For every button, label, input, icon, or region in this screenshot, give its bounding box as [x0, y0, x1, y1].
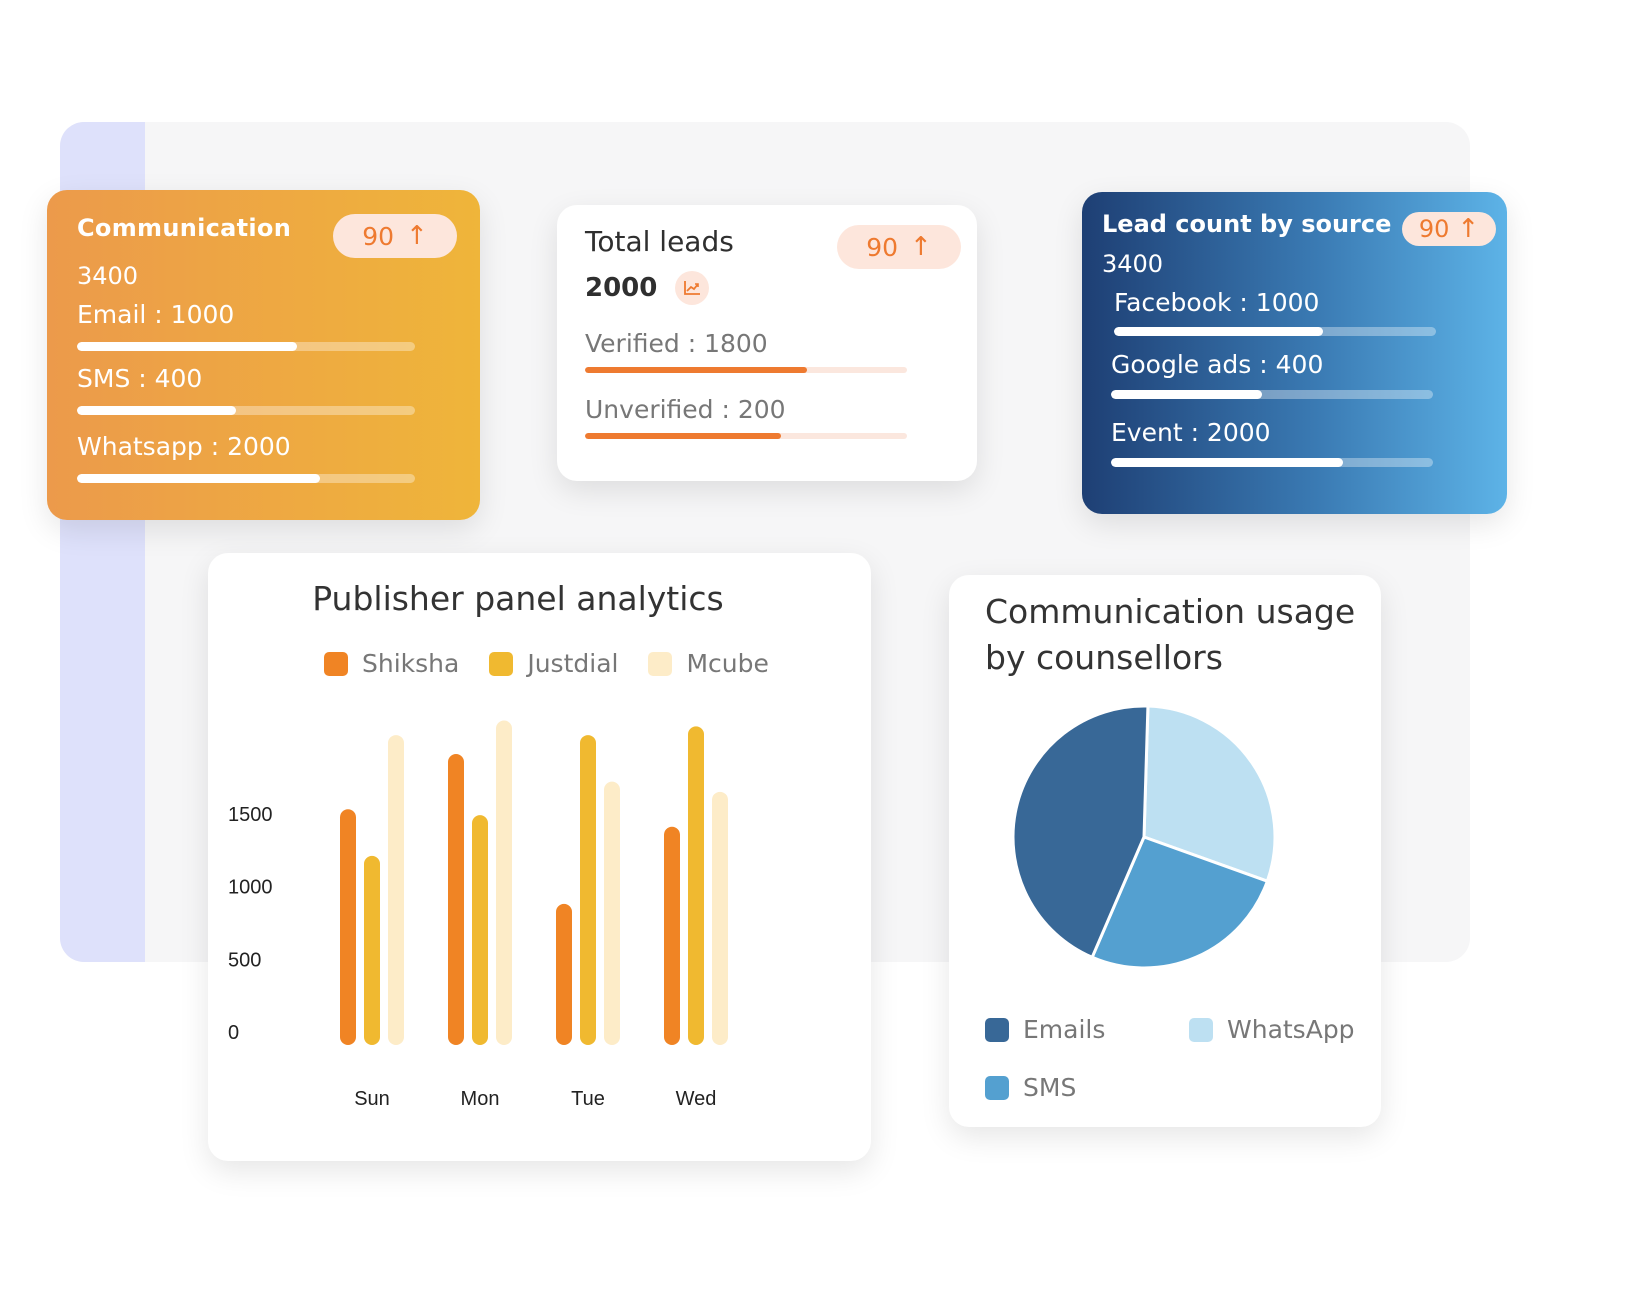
- progress-track: [77, 474, 415, 483]
- legend-item-whatsapp[interactable]: WhatsApp: [1189, 1015, 1355, 1044]
- metric-label: Facebook : 1000: [1114, 288, 1320, 317]
- bar-justdial-sun[interactable]: [364, 855, 380, 1045]
- y-tick-label: 1500: [228, 804, 273, 826]
- progress-fill: [1111, 458, 1343, 467]
- metric-label: Whatsapp : 2000: [77, 432, 291, 461]
- metric-label: Unverified : 200: [585, 395, 786, 424]
- metric-label: Event : 2000: [1111, 418, 1271, 447]
- growth-badge: 90 ↑: [837, 225, 961, 269]
- total-value: 3400: [77, 262, 139, 290]
- bar-shiksha-tue[interactable]: [556, 903, 572, 1045]
- card-title: Lead count by source: [1102, 210, 1392, 238]
- x-tick-label: Mon: [461, 1088, 500, 1110]
- bar-justdial-tue[interactable]: [580, 735, 596, 1045]
- metric-label: Google ads : 400: [1111, 350, 1324, 379]
- lead-source-card: Lead count by source 90 ↑ 3400 Facebook …: [1082, 192, 1507, 514]
- progress-track: [585, 367, 907, 373]
- arrow-up-icon: ↑: [406, 221, 428, 251]
- bar-mcube-wed[interactable]: [712, 791, 728, 1045]
- progress-fill: [77, 342, 297, 351]
- x-tick-label: Tue: [571, 1088, 605, 1110]
- metric-label: Verified : 1800: [585, 329, 768, 358]
- bar-shiksha-wed[interactable]: [664, 826, 680, 1045]
- bar-justdial-wed[interactable]: [688, 726, 704, 1045]
- progress-fill: [585, 433, 782, 439]
- publisher-analytics-card: Publisher panel analytics Shiksha Justdi…: [208, 553, 871, 1161]
- legend-label: WhatsApp: [1227, 1015, 1355, 1044]
- bar-mcube-sun[interactable]: [388, 735, 404, 1045]
- total-value: 2000: [585, 273, 658, 303]
- bar-mcube-mon[interactable]: [496, 720, 512, 1045]
- growth-badge: 90 ↑: [333, 214, 457, 258]
- legend-label: SMS: [1023, 1073, 1077, 1102]
- arrow-up-icon: ↑: [910, 232, 932, 262]
- x-tick-label: Sun: [354, 1088, 390, 1110]
- legend-swatch: [985, 1017, 1009, 1042]
- progress-track: [1114, 327, 1436, 336]
- bar-shiksha-mon[interactable]: [448, 754, 464, 1045]
- progress-fill: [77, 474, 321, 483]
- progress-fill: [1114, 327, 1324, 336]
- progress-fill: [77, 406, 236, 415]
- progress-track: [1111, 390, 1433, 399]
- arrow-up-icon: ↑: [1457, 214, 1480, 244]
- bar-mcube-tue[interactable]: [604, 781, 620, 1045]
- badge-value: 90: [1418, 215, 1450, 243]
- total-leads-card: Total leads 90 ↑ 2000 Verified : 1800 Un…: [557, 205, 977, 481]
- metric-verified: Verified : 1800: [585, 329, 907, 373]
- bar-justdial-mon[interactable]: [472, 815, 488, 1045]
- progress-track: [585, 433, 907, 439]
- metric-facebook: Facebook : 1000: [1114, 288, 1436, 336]
- communication-usage-card: Communication usage by counsellors Email…: [949, 575, 1381, 1127]
- x-tick-label: Wed: [676, 1088, 717, 1110]
- badge-value: 90: [362, 221, 394, 251]
- progress-fill: [1111, 390, 1263, 399]
- y-tick-label: 500: [228, 949, 261, 971]
- y-tick-label: 1000: [228, 877, 273, 899]
- metric-event: Event : 2000: [1111, 418, 1433, 467]
- legend-item-sms[interactable]: SMS: [985, 1073, 1076, 1102]
- legend-item-emails[interactable]: Emails: [985, 1015, 1105, 1044]
- progress-track: [77, 406, 415, 415]
- metric-label: Email : 1000: [77, 300, 235, 329]
- metric-email: Email : 1000: [77, 300, 415, 351]
- bar-chart: 0 500 1000 1500 Sun Mon Tue Wed: [228, 720, 728, 1110]
- y-tick-label: 0: [228, 1022, 239, 1044]
- progress-track: [1111, 458, 1433, 467]
- legend-swatch: [1189, 1017, 1213, 1042]
- total-value: 3400: [1102, 250, 1164, 278]
- badge-value: 90: [866, 232, 898, 262]
- metric-google-ads: Google ads : 400: [1111, 350, 1433, 399]
- growth-badge: 90 ↑: [1402, 212, 1496, 246]
- progress-track: [77, 342, 415, 351]
- progress-fill: [585, 367, 808, 373]
- legend-swatch: [985, 1075, 1009, 1100]
- pie-chart: [1011, 704, 1277, 970]
- metric-label: SMS : 400: [77, 364, 203, 393]
- metric-unverified: Unverified : 200: [585, 395, 907, 439]
- metric-sms: SMS : 400: [77, 364, 415, 415]
- card-title: Total leads: [585, 225, 734, 258]
- card-title: Communication: [77, 214, 292, 242]
- communication-card: Communication 90 ↑ 3400 Email : 1000 SMS…: [47, 190, 480, 520]
- legend-label: Emails: [1023, 1015, 1106, 1044]
- bar-shiksha-sun[interactable]: [340, 809, 356, 1045]
- trend-chart-icon[interactable]: [675, 271, 709, 305]
- metric-whatsapp: Whatsapp : 2000: [77, 432, 415, 483]
